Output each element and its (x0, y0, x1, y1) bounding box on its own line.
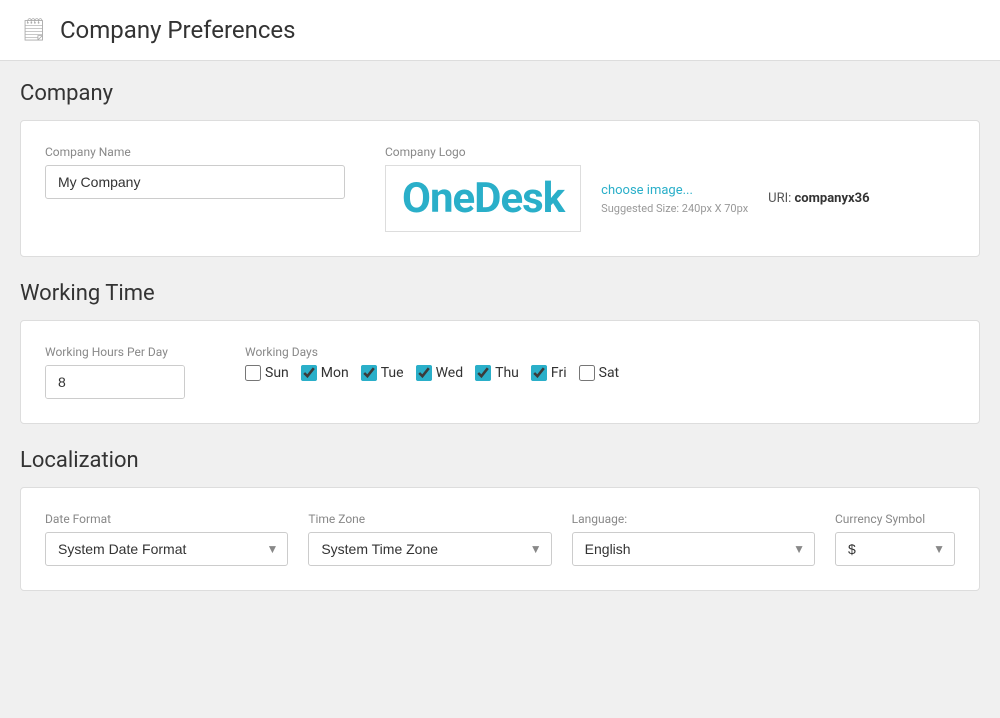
day-item-sun: Sun (245, 365, 289, 381)
day-checkbox-sun[interactable] (245, 365, 261, 381)
day-checkbox-sat[interactable] (579, 365, 595, 381)
day-checkbox-wed[interactable] (416, 365, 432, 381)
localization-card: Date Format System Date Format MM/DD/YYY… (20, 487, 980, 591)
currency-wrapper: $ € £ ¥ ▼ (835, 532, 955, 566)
working-time-card: Working Hours Per Day ▲ ▼ Working Days (20, 320, 980, 424)
logo-container: OneDesk choose image... Suggested Size: … (385, 165, 955, 232)
day-label-thu: Thu (495, 365, 519, 381)
day-label-tue: Tue (381, 365, 404, 381)
company-fields: Company Name Company Logo OneDesk choose… (45, 145, 955, 232)
hours-field: Working Hours Per Day ▲ ▼ (45, 345, 205, 399)
hours-stepper: ▲ ▼ (45, 365, 185, 399)
language-label: Language: (572, 512, 815, 526)
day-label-sat: Sat (599, 365, 620, 381)
logo-image-box: OneDesk (385, 165, 581, 232)
hours-input[interactable] (46, 366, 185, 398)
localization-fields: Date Format System Date Format MM/DD/YYY… (45, 512, 955, 566)
logo-text: OneDesk (402, 174, 564, 223)
localization-section-title: Localization (20, 448, 980, 473)
day-checkbox-tue[interactable] (361, 365, 377, 381)
working-time-section-title: Working Time (20, 281, 980, 306)
date-format-select[interactable]: System Date Format MM/DD/YYYY DD/MM/YYYY… (45, 532, 288, 566)
date-format-field: Date Format System Date Format MM/DD/YYY… (45, 512, 288, 566)
working-time-section: Working Time Working Hours Per Day ▲ ▼ (20, 281, 980, 424)
day-checkbox-thu[interactable] (475, 365, 491, 381)
page-title: Company Preferences (60, 16, 296, 44)
company-name-field: Company Name (45, 145, 345, 199)
day-item-sat: Sat (579, 365, 620, 381)
day-item-mon: Mon (301, 365, 349, 381)
company-section-title: Company (20, 81, 980, 106)
day-item-tue: Tue (361, 365, 404, 381)
currency-label: Currency Symbol (835, 512, 955, 526)
choose-image-link[interactable]: choose image... (601, 183, 748, 198)
day-item-fri: Fri (531, 365, 567, 381)
currency-field: Currency Symbol $ € £ ¥ ▼ (835, 512, 955, 566)
hours-label: Working Hours Per Day (45, 345, 205, 359)
page-content: Company Company Name Company Logo OneDes… (0, 61, 1000, 635)
company-logo-field: Company Logo OneDesk choose image... Sug… (385, 145, 955, 232)
language-field: Language: English French Spanish German … (572, 512, 815, 566)
uri-container: URI: companyx36 (768, 191, 869, 206)
uri-value: companyx36 (795, 191, 870, 206)
day-item-thu: Thu (475, 365, 519, 381)
day-item-wed: Wed (416, 365, 464, 381)
day-label-fri: Fri (551, 365, 567, 381)
page-header: 🗒 Company Preferences (0, 0, 1000, 61)
localization-section: Localization Date Format System Date For… (20, 448, 980, 591)
time-zone-field: Time Zone System Time Zone UTC EST PST ▼ (308, 512, 551, 566)
day-label-wed: Wed (436, 365, 464, 381)
company-name-label: Company Name (45, 145, 345, 159)
company-logo-label: Company Logo (385, 145, 955, 159)
language-select[interactable]: English French Spanish German (572, 532, 815, 566)
day-checkbox-fri[interactable] (531, 365, 547, 381)
language-wrapper: English French Spanish German ▼ (572, 532, 815, 566)
logo-actions: choose image... Suggested Size: 240px X … (601, 183, 748, 215)
date-format-wrapper: System Date Format MM/DD/YYYY DD/MM/YYYY… (45, 532, 288, 566)
date-format-label: Date Format (45, 512, 288, 526)
working-time-fields: Working Hours Per Day ▲ ▼ Working Days (45, 345, 955, 399)
day-label-sun: Sun (265, 365, 289, 381)
working-days-label: Working Days (245, 345, 955, 359)
currency-select[interactable]: $ € £ ¥ (835, 532, 955, 566)
uri-label: URI: (768, 191, 791, 206)
suggested-size-text: Suggested Size: 240px X 70px (601, 202, 748, 215)
time-zone-label: Time Zone (308, 512, 551, 526)
working-days-field: Working Days Sun Mon (245, 345, 955, 381)
day-checkbox-mon[interactable] (301, 365, 317, 381)
time-zone-wrapper: System Time Zone UTC EST PST ▼ (308, 532, 551, 566)
company-name-input[interactable] (45, 165, 345, 199)
time-zone-select[interactable]: System Time Zone UTC EST PST (308, 532, 551, 566)
days-checkboxes: Sun Mon Tue (245, 365, 955, 381)
page-icon: 🗒 (20, 18, 48, 43)
day-label-mon: Mon (321, 365, 349, 381)
company-section: Company Company Name Company Logo OneDes… (20, 81, 980, 257)
company-card: Company Name Company Logo OneDesk choose… (20, 120, 980, 257)
